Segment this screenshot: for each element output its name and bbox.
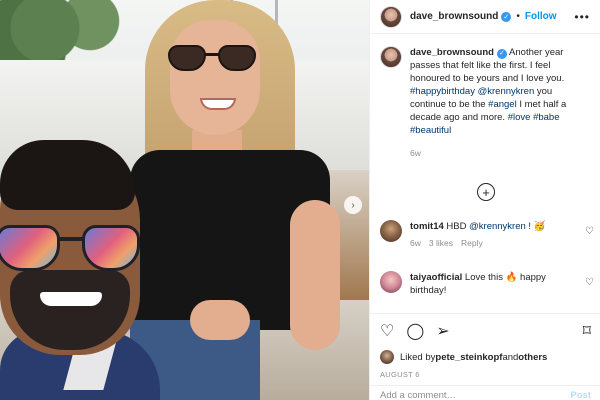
action-icons: ♡ ◯ ➢ ⌑ (380, 322, 591, 342)
avatar[interactable] (380, 5, 402, 28)
avatar[interactable] (380, 271, 402, 293)
post-photo[interactable]: › (0, 0, 369, 400)
more-options-icon[interactable]: ••• (574, 10, 590, 24)
comment-body: taiyaofficial Love this 🔥 happy birthday… (410, 271, 570, 297)
load-more-comments-icon[interactable]: + (477, 183, 495, 201)
post-actions: ♡ ◯ ➢ ⌑ Liked by pete_steinkopf and othe… (370, 313, 600, 379)
post-header: dave_brownsound ✓ • Follow ••• (370, 0, 600, 34)
hashtag-link[interactable]: #love (508, 112, 531, 123)
save-bookmark-icon[interactable]: ⌑ (583, 324, 591, 340)
reply-button[interactable]: Reply (461, 238, 483, 248)
comment-username[interactable]: taiyaofficial (410, 272, 462, 283)
liked-by-prefix: Liked by (400, 351, 436, 363)
avatar[interactable] (380, 220, 402, 242)
comment-likes[interactable]: 3 likes (429, 238, 453, 248)
liked-by-others[interactable]: others (518, 352, 547, 363)
verified-badge-icon: ✓ (496, 48, 507, 59)
hashtag-link[interactable]: #beautiful (410, 125, 451, 136)
man-smile (40, 292, 102, 306)
share-icon[interactable]: ➢ (436, 324, 449, 340)
comment-text: ! 🥳 (525, 221, 546, 232)
like-heart-icon[interactable]: ♡ (380, 324, 394, 340)
comment-item: taiyaofficial Love this 🔥 happy birthday… (380, 271, 594, 297)
header-username[interactable]: dave_brownsound (410, 11, 498, 22)
liked-by-and: and (502, 351, 519, 363)
man-hair (0, 140, 135, 210)
liked-by: Liked by pete_steinkopf and others (380, 350, 591, 364)
comment-like-heart-icon[interactable]: ♡ (585, 277, 594, 288)
woman-sunglasses (168, 45, 258, 71)
comment-text: HBD (443, 221, 470, 232)
hashtag-link[interactable]: #babe (533, 112, 559, 123)
comment-username[interactable]: tomit14 (410, 221, 444, 232)
post-side-panel: dave_brownsound ✓ • Follow ••• dave_brow… (369, 0, 600, 400)
verified-badge-icon: ✓ (501, 11, 512, 22)
comment-meta: 6w 3 likes Reply (410, 237, 570, 250)
caption-text: dave_brownsound ✓ Another year passes tha… (410, 46, 586, 160)
follow-button[interactable]: Follow (525, 11, 557, 22)
caption-username[interactable]: dave_brownsound (410, 47, 494, 58)
liked-by-user[interactable]: pete_steinkopf (435, 352, 502, 363)
post-comment-button[interactable]: Post (570, 390, 591, 400)
mention-link[interactable]: @krennykren (469, 221, 526, 232)
avatar[interactable] (380, 350, 394, 364)
hashtag-link[interactable]: #angel (488, 99, 517, 110)
post-caption: dave_brownsound ✓ Another year passes tha… (370, 34, 600, 160)
instagram-post: › dave_brownsound ✓ • Follow ••• dave_br… (0, 0, 600, 400)
comment-icon[interactable]: ◯ (406, 324, 424, 340)
comment-body: tomit14 HBD @krennykren ! 🥳 6w 3 likes Rep… (410, 220, 570, 250)
woman-hand (190, 300, 250, 340)
comment-age: 6w (410, 238, 421, 248)
avatar[interactable] (380, 46, 402, 68)
comment-input[interactable]: Add a comment… (380, 390, 456, 400)
add-comment-bar: Add a comment… Post (370, 385, 600, 400)
man-mirrored-sunglasses (0, 225, 140, 273)
mention-link[interactable]: @krennykren (478, 86, 535, 97)
carousel-next-icon[interactable]: › (344, 196, 362, 214)
comment-item: tomit14 HBD @krennykren ! 🥳 6w 3 likes Rep… (380, 220, 594, 250)
post-date: AUGUST 6 (380, 370, 420, 379)
hashtag-link[interactable]: #happybirthday (410, 86, 475, 97)
woman-face (170, 20, 260, 135)
separator-dot: • (516, 11, 520, 22)
comment-like-heart-icon[interactable]: ♡ (585, 226, 594, 237)
caption-age: 6w (410, 148, 421, 158)
woman-arm (290, 200, 340, 350)
